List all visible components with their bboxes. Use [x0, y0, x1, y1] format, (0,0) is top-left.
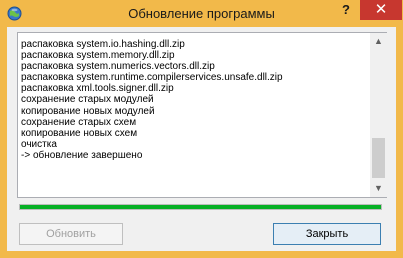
log-line: сохранение старых модулей [21, 94, 154, 106]
progress-bar-fill [20, 205, 381, 209]
close-button[interactable]: Закрыть [273, 223, 381, 245]
log-line: распаковка system.runtime.compilerservic… [21, 72, 283, 84]
window-close-button[interactable]: ✕ [360, 0, 402, 20]
log-line: распаковка xml.tools.signer.dll.zip [21, 83, 174, 95]
update-log-textbox[interactable]: распаковка system.io.hashing.dll.zip расп… [17, 32, 387, 198]
title-bar[interactable]: Обновление программы ? ✕ [0, 0, 403, 27]
update-dialog-window: Обновление программы ? ✕ распаковка syst… [0, 0, 403, 258]
log-line: -> обновление завершено [21, 149, 143, 161]
help-button[interactable]: ? [333, 0, 359, 20]
update-button[interactable]: Обновить [19, 223, 123, 245]
scrollbar-thumb[interactable] [372, 138, 385, 178]
scroll-down-arrow-icon[interactable]: ▼ [370, 180, 387, 197]
log-vertical-scrollbar[interactable]: ▲ ▼ [370, 33, 387, 197]
scroll-up-arrow-icon[interactable]: ▲ [370, 33, 387, 50]
log-line: копирование новых модулей [21, 105, 155, 117]
log-line: сохранение старых схем [21, 116, 137, 128]
log-line: распаковка system.io.hashing.dll.zip [21, 39, 185, 50]
log-lines: распаковка system.io.hashing.dll.zip расп… [21, 39, 366, 161]
log-line: очистка [21, 138, 57, 150]
log-line: распаковка system.memory.dll.zip [21, 50, 175, 62]
update-progress-bar [19, 204, 382, 210]
log-line: распаковка system.numerics.vectors.dll.z… [21, 61, 215, 73]
dialog-client-area: распаковка system.io.hashing.dll.zip расп… [7, 27, 396, 251]
log-line: копирование новых схем [21, 127, 138, 139]
